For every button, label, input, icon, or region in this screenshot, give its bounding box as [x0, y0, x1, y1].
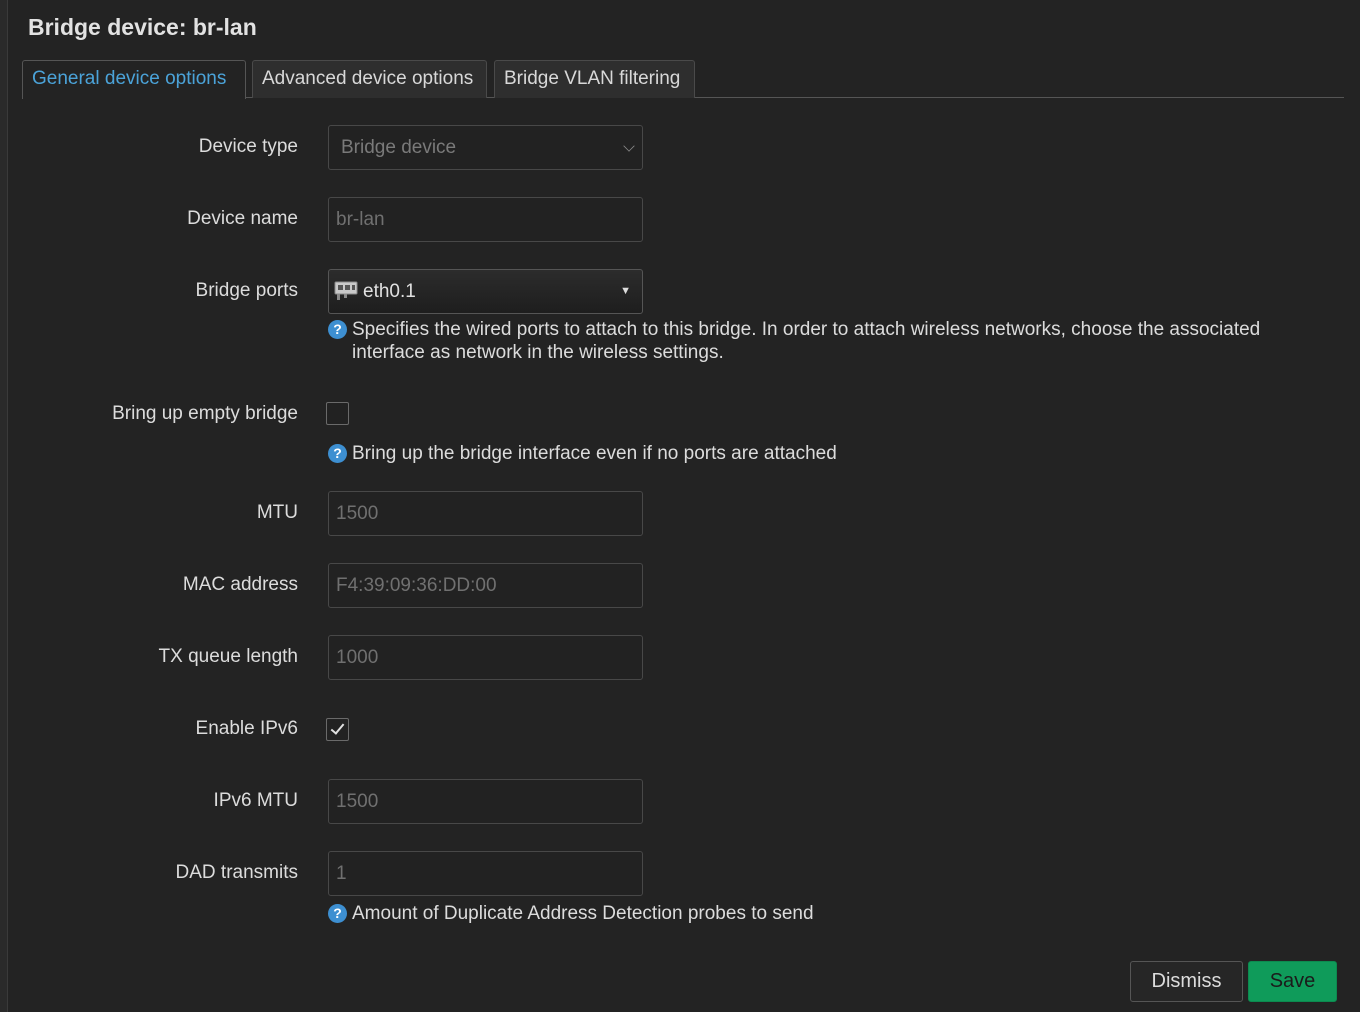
empty-bridge-help: ? Bring up the bridge interface even if … — [328, 443, 1028, 467]
bridge-device-modal: Bridge device: br-lan General device opt… — [8, 0, 1360, 1012]
enable-ipv6-checkbox[interactable] — [326, 718, 349, 741]
enable-ipv6-label: Enable IPv6 — [195, 718, 298, 739]
dad-transmits-help-text: Amount of Duplicate Address Detection pr… — [352, 903, 814, 924]
device-type-select[interactable]: Bridge device — [328, 125, 643, 170]
empty-bridge-label: Bring up empty bridge — [112, 403, 298, 424]
ipv6-mtu-label: IPv6 MTU — [213, 790, 298, 811]
bridge-ports-label: Bridge ports — [195, 280, 298, 301]
dad-transmits-help: ? Amount of Duplicate Address Detection … — [328, 903, 1028, 927]
bridge-ports-help: ? Specifies the wired ports to attach to… — [328, 319, 1308, 366]
ethernet-port-icon — [334, 281, 358, 300]
device-name-label: Device name — [187, 208, 298, 229]
checkmark-icon — [330, 720, 345, 735]
tab-bridge-vlan-filtering[interactable]: Bridge VLAN filtering — [494, 60, 695, 98]
bridge-ports-value: eth0.1 — [363, 281, 416, 302]
device-type-value: Bridge device — [341, 137, 457, 158]
mac-address-field[interactable]: F4:39:09:36:DD:00 — [328, 563, 643, 608]
tx-queue-length-label: TX queue length — [158, 646, 298, 667]
help-icon: ? — [328, 444, 347, 463]
help-icon: ? — [328, 904, 347, 923]
tab-advanced-device-options[interactable]: Advanced device options — [252, 60, 487, 98]
background-page-edge — [0, 0, 8, 1012]
mtu-label: MTU — [256, 502, 298, 523]
empty-bridge-checkbox[interactable] — [326, 402, 349, 425]
device-name-field[interactable]: br-lan — [328, 197, 643, 242]
empty-bridge-help-text: Bring up the bridge interface even if no… — [352, 443, 837, 464]
save-button[interactable]: Save — [1248, 961, 1337, 1002]
device-type-label: Device type — [198, 136, 298, 157]
chevron-down-icon — [623, 140, 635, 152]
dismiss-button[interactable]: Dismiss — [1130, 961, 1243, 1002]
modal-title: Bridge device: br-lan — [28, 14, 257, 40]
bridge-ports-help-text: Specifies the wired ports to attach to t… — [352, 319, 1261, 363]
bridge-ports-dropdown[interactable]: eth0.1 ▼ — [328, 269, 643, 314]
caret-down-icon: ▼ — [620, 285, 631, 297]
help-icon: ? — [328, 320, 347, 339]
tx-queue-length-field[interactable]: 1000 — [328, 635, 643, 680]
mac-address-label: MAC address — [182, 574, 298, 595]
tab-bar: General device options Advanced device o… — [22, 60, 1344, 99]
dad-transmits-field[interactable]: 1 — [328, 851, 643, 896]
tab-general-device-options[interactable]: General device options — [22, 60, 246, 99]
dad-transmits-label: DAD transmits — [175, 862, 298, 883]
mtu-field[interactable]: 1500 — [328, 491, 643, 536]
ipv6-mtu-field[interactable]: 1500 — [328, 779, 643, 824]
